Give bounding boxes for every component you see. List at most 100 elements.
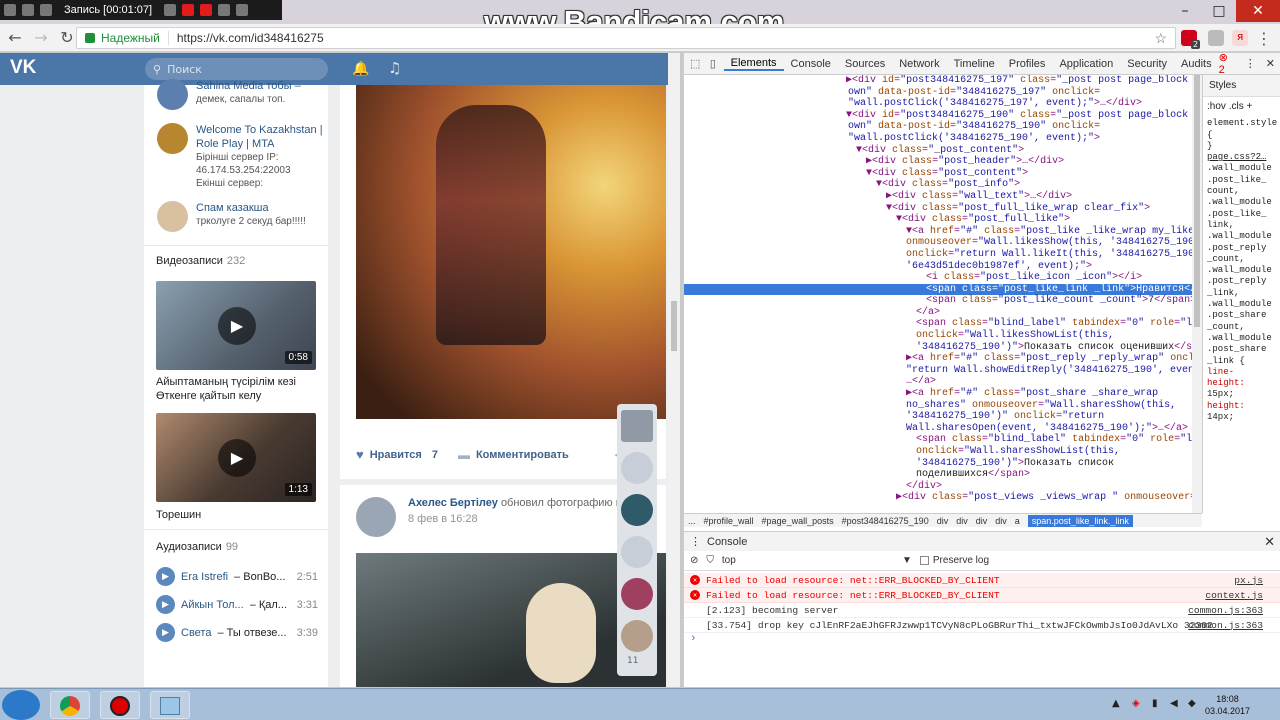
pencil-icon[interactable] <box>164 4 177 16</box>
minimize-button[interactable]: – <box>1168 0 1202 22</box>
style-rule-line[interactable]: height: <box>1203 401 1280 412</box>
styles-tab[interactable]: Styles <box>1209 80 1236 91</box>
style-rule-line[interactable]: .wall_module <box>1203 163 1280 174</box>
dom-node-selected[interactable]: <span class="post_like_link _link">Нрави… <box>684 283 1192 296</box>
audio-play-icon[interactable]: ▶ <box>156 623 175 642</box>
style-rule-line[interactable]: height: <box>1203 378 1280 389</box>
video-thumbnail[interactable]: ▶ 1:13 <box>156 413 316 502</box>
style-rule-line[interactable]: } <box>1203 141 1280 152</box>
console-source-link[interactable]: common.js:363 <box>1188 620 1263 631</box>
dom-node[interactable]: ▼<div class="post_content"> <box>684 168 1192 180</box>
devtools-menu-icon[interactable]: ⋮ <box>1241 57 1260 70</box>
post-photo[interactable] <box>356 85 666 419</box>
maximize-button[interactable]: □ <box>1202 0 1236 22</box>
drawer-close-icon[interactable]: ✕ <box>1264 534 1280 550</box>
style-rule-line[interactable]: .post_like_ <box>1203 175 1280 186</box>
dom-node[interactable]: ▼<div class="_post_content"> <box>684 145 1192 157</box>
author-avatar[interactable] <box>356 497 396 537</box>
friend-avatar[interactable] <box>621 536 653 568</box>
dom-tree[interactable]: ▶<div id="post348416275_197" class="_pos… <box>684 75 1192 513</box>
dom-node[interactable]: ▼<div class="post_full_like_wrap clear_f… <box>684 203 1192 215</box>
filter-icon[interactable]: ⛉ <box>706 555 714 566</box>
style-rule-line[interactable]: _count, <box>1203 254 1280 265</box>
camera-icon[interactable] <box>218 4 231 16</box>
window-icon[interactable] <box>22 4 34 16</box>
dom-node[interactable]: <i class="post_like_icon _icon"></i> <box>684 272 1192 284</box>
dom-node[interactable]: ▶<div class="post_header">…</div> <box>684 156 1192 168</box>
post-date[interactable]: 8 фев в 16:28 <box>408 513 646 525</box>
friend-avatar[interactable] <box>621 410 653 442</box>
dom-node[interactable]: </a> <box>684 307 1192 319</box>
dom-node[interactable]: ▶<a href="#" class="post_reply _reply_wr… <box>684 353 1192 365</box>
audio-play-icon[interactable]: ▶ <box>156 567 175 586</box>
tab-sources[interactable]: Sources <box>838 58 892 70</box>
tab-profiles[interactable]: Profiles <box>1002 58 1053 70</box>
style-rule-line[interactable]: .post_reply <box>1203 243 1280 254</box>
add-rule-button[interactable]: + <box>1246 101 1252 112</box>
friend-avatar[interactable] <box>621 578 653 610</box>
console-drawer-tab[interactable]: Console <box>707 536 747 548</box>
breadcrumb-item[interactable]: span.post_like_link._link <box>1027 514 1133 527</box>
comment-icon[interactable]: ▬ <box>458 448 470 462</box>
style-rule-line[interactable]: 14px; <box>1203 412 1280 423</box>
taskbar-chrome[interactable] <box>50 691 90 719</box>
style-rule-line[interactable]: .wall_module <box>1203 197 1280 208</box>
dom-node[interactable]: ▼<div class="post_info"> <box>684 179 1192 191</box>
style-rule-line[interactable]: .post_like_ <box>1203 209 1280 220</box>
tab-security[interactable]: Security <box>1120 58 1174 70</box>
audio-play-icon[interactable]: ▶ <box>156 595 175 614</box>
video-caption[interactable]: Торешин <box>156 508 316 522</box>
console-source-link[interactable]: context.js <box>1205 590 1263 601</box>
style-rule-line[interactable]: .wall_module <box>1203 299 1280 310</box>
music-note-icon[interactable]: ♫ <box>388 59 401 77</box>
dom-node[interactable]: ▶<a href="#" class="post_share _share_wr… <box>684 388 1192 400</box>
audio-artist[interactable]: Era Istrefi <box>181 571 228 583</box>
dom-node[interactable]: ▶<div id="post348416275_197" class="_pos… <box>684 75 1192 87</box>
style-rule-line[interactable]: link, <box>1203 220 1280 231</box>
videos-heading[interactable]: Видеозаписи 232 <box>156 255 245 267</box>
style-rule-line[interactable]: .wall_module <box>1203 265 1280 276</box>
dom-node[interactable]: <span class="post_like_count _count">7</… <box>684 295 1192 307</box>
breadcrumb-item[interactable]: ... <box>688 516 696 526</box>
style-rule-line[interactable]: .post_share <box>1203 310 1280 321</box>
friend-avatar[interactable] <box>621 452 653 484</box>
style-rule-line[interactable]: count, <box>1203 186 1280 197</box>
breadcrumb-item[interactable]: a <box>1015 516 1020 526</box>
breadcrumb-item[interactable]: #post348416275_190 <box>842 516 929 526</box>
dom-node[interactable]: ▼<a href="#" class="post_like _like_wrap… <box>684 226 1192 238</box>
tray-arrow-icon[interactable]: ▲ <box>1112 698 1120 709</box>
forward-button[interactable]: → <box>30 27 52 49</box>
breadcrumb-item[interactable]: div <box>937 516 949 526</box>
tray-app-icon[interactable]: ◈ <box>1132 698 1140 709</box>
inspect-icon[interactable]: ⬚ <box>690 57 704 71</box>
start-button[interactable] <box>2 690 40 720</box>
group-item[interactable]: Sahina Media тобы – демек, сапалы топ. <box>157 79 301 110</box>
breadcrumb-item[interactable]: div <box>976 516 988 526</box>
group-item[interactable]: Спам казакша трколуге 2 секуд бар!!!!! <box>157 201 306 232</box>
console-source-link[interactable]: common.js:363 <box>1188 605 1263 616</box>
recorder-close-icon[interactable] <box>236 4 249 16</box>
class-toggle[interactable]: .cls <box>1229 101 1244 112</box>
close-button[interactable]: ✕ <box>1236 0 1280 22</box>
style-rule-line[interactable]: .wall_module <box>1203 231 1280 242</box>
back-button[interactable]: ← <box>4 27 26 49</box>
extension-2-icon[interactable] <box>1208 30 1224 46</box>
dom-node[interactable]: ▼<div id="post348416275_190" class="_pos… <box>684 110 1192 122</box>
style-rule-line[interactable]: 15px; <box>1203 389 1280 400</box>
audio-artist[interactable]: Айкын Тол... <box>181 599 244 611</box>
console-prompt[interactable]: › <box>690 633 697 645</box>
friend-avatar[interactable] <box>621 620 653 652</box>
taskbar-explorer[interactable] <box>150 691 190 719</box>
tray-lang-icon[interactable]: ◆ <box>1188 698 1196 709</box>
heart-icon[interactable]: ♥ <box>356 447 364 462</box>
pause-icon[interactable] <box>182 4 195 16</box>
audio-heading[interactable]: Аудиозаписи 99 <box>156 541 238 553</box>
audio-row[interactable]: ▶ Айкын Тол... – Қал... 3:31 <box>156 595 318 614</box>
audio-row[interactable]: ▶ Света – Ты отвезе... 3:39 <box>156 623 318 642</box>
tab-application[interactable]: Application <box>1052 58 1120 70</box>
bookmark-star-icon[interactable]: ☆ <box>1154 30 1167 47</box>
style-rule-line[interactable]: line- <box>1203 367 1280 378</box>
style-rules[interactable]: element.style{} page.css?2… .wall_module .p… <box>1203 118 1280 423</box>
preserve-log-checkbox[interactable]: Preserve log <box>919 555 989 566</box>
console-source-link[interactable]: px.js <box>1234 575 1263 586</box>
